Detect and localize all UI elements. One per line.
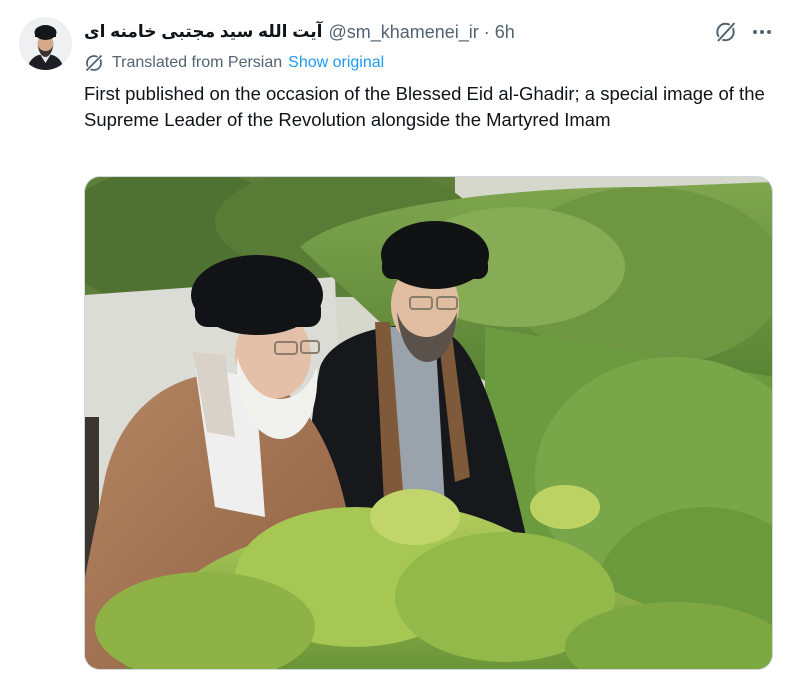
user-avatar-icon	[19, 17, 72, 70]
translation-label: Translated from Persian	[112, 54, 283, 71]
more-icon[interactable]	[750, 20, 774, 44]
tweet-header: آیت الله سید مجتبی خامنه ای @sm_khamenei…	[84, 20, 515, 44]
tweet-card[interactable]: آیت الله سید مجتبی خامنه ای @sm_khamenei…	[0, 0, 799, 682]
post-timestamp[interactable]: 6h	[495, 22, 515, 43]
photo-image	[85, 177, 772, 669]
show-original-link[interactable]: Show original	[288, 54, 384, 72]
header-separator: ·	[483, 21, 490, 42]
translate-icon	[84, 53, 104, 73]
author-handle[interactable]: @sm_khamenei_ir	[328, 22, 478, 43]
grok-icon[interactable]	[714, 20, 738, 44]
tweet-photo[interactable]	[84, 176, 773, 670]
translation-notice: Translated from Persian Show original	[84, 52, 384, 74]
avatar[interactable]	[19, 17, 72, 70]
author-display-name[interactable]: آیت الله سید مجتبی خامنه ای	[84, 22, 322, 42]
tweet-text: First published on the occasion of the B…	[84, 83, 765, 130]
